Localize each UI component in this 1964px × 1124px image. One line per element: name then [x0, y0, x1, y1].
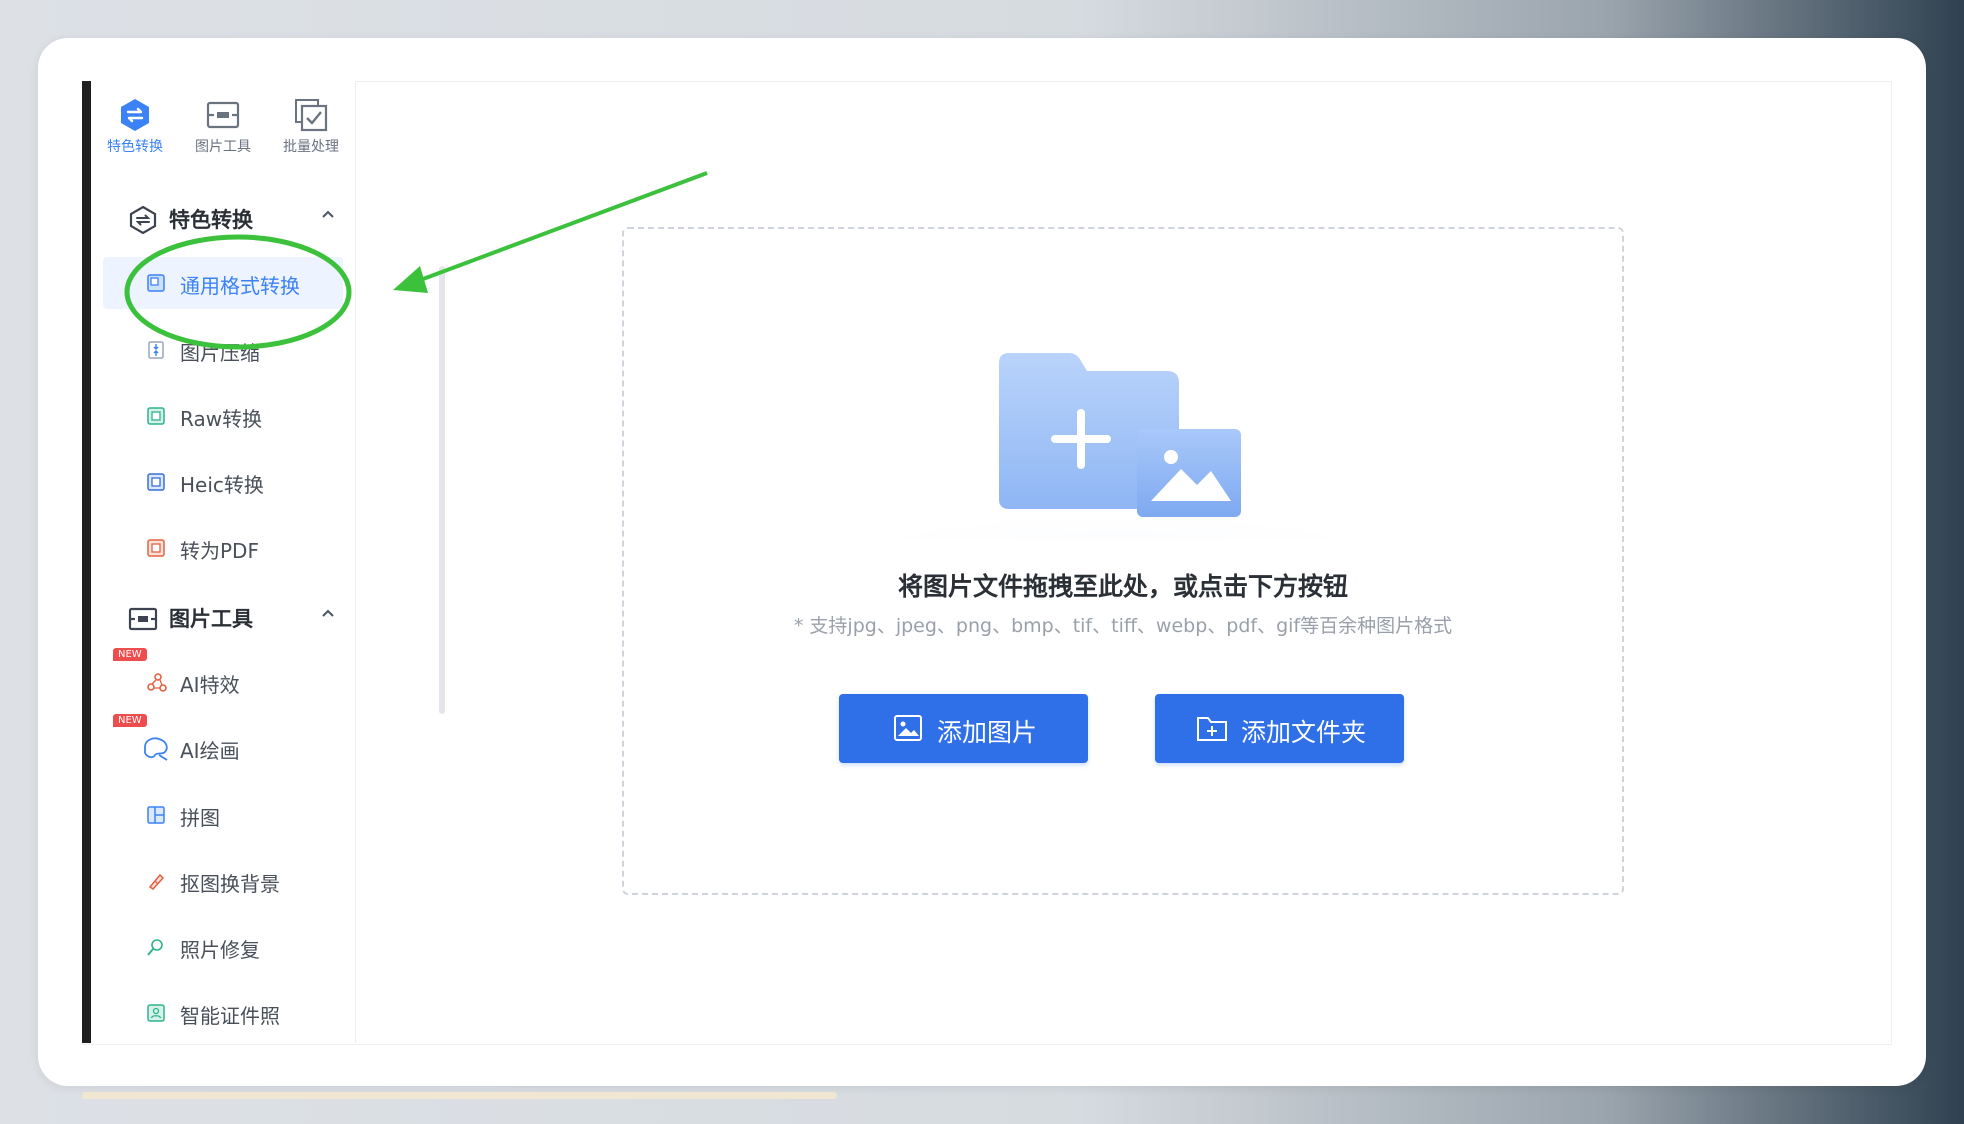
- cutout-icon: [148, 873, 165, 890]
- pdf-icon: [147, 539, 165, 557]
- image-tools-icon: [128, 607, 158, 631]
- group-title: 图片工具: [169, 607, 253, 631]
- menu-item-ai-paint[interactable]: NEW AI绘画: [103, 714, 343, 774]
- menu-item-ai-effect[interactable]: NEW AI特效: [103, 648, 343, 708]
- menu-item-label: 转为PDF: [180, 539, 259, 563]
- collage-icon: [147, 806, 165, 824]
- group-title: 特色转换: [169, 208, 253, 232]
- tab-label: 图片工具: [195, 139, 251, 155]
- add-image-label: 添加图片: [937, 718, 1038, 747]
- add-folder-label: 添加文件夹: [1241, 718, 1367, 747]
- menu-item-id-photo[interactable]: 智能证件照: [103, 987, 343, 1039]
- menu-item-raw[interactable]: Raw转换: [103, 390, 343, 442]
- menu-item-label: 抠图换背景: [180, 872, 280, 896]
- add-image-icon: [894, 715, 922, 741]
- menu-item-label: AI特效: [180, 673, 240, 697]
- menu-item-label: Heic转换: [180, 473, 264, 497]
- menu-item-compress[interactable]: 图片压缩: [103, 324, 343, 376]
- sidebar-scrollbar[interactable]: [439, 266, 445, 714]
- new-badge: NEW: [113, 714, 147, 727]
- drop-zone-title: 将图片文件拖拽至此处，或点击下方按钮: [897, 572, 1348, 601]
- raw-icon: [147, 407, 165, 425]
- tab-feature-convert[interactable]: 特色转换: [93, 97, 177, 167]
- id-photo-icon: [147, 1004, 165, 1022]
- feature-convert-icon: [121, 99, 149, 131]
- menu-item-to-pdf[interactable]: 转为PDF: [103, 522, 343, 574]
- tab-label: 特色转换: [107, 139, 163, 155]
- tab-label: 批量处理: [283, 139, 339, 155]
- folder-image-illustration: [819, 353, 1419, 539]
- feature-convert-icon: [129, 205, 157, 235]
- add-image-button[interactable]: 添加图片: [839, 694, 1088, 763]
- chevron-up-icon[interactable]: [321, 207, 335, 223]
- new-badge: NEW: [113, 648, 147, 661]
- menu-item-label: 图片压缩: [180, 341, 260, 365]
- menu-item-heic[interactable]: Heic转换: [103, 456, 343, 508]
- add-folder-icon: [1197, 717, 1227, 741]
- tab-image-tools[interactable]: 图片工具: [181, 97, 265, 167]
- menu-item-format-convert[interactable]: 通用格式转换: [103, 257, 343, 309]
- sidebar-tabs: 特色转换 图片工具 批量处理: [91, 81, 355, 169]
- ai-effect-icon: [147, 673, 167, 692]
- compress-icon: [148, 341, 164, 359]
- tab-batch-process[interactable]: 批量处理: [269, 97, 353, 167]
- drop-zone[interactable]: 将图片文件拖拽至此处，或点击下方按钮 * 支持jpg、jpeg、png、bmp、…: [622, 227, 1624, 895]
- image-tools-icon: [206, 101, 240, 129]
- drop-zone-supported-formats: * 支持jpg、jpeg、png、bmp、tif、tiff、webp、pdf、g…: [793, 615, 1453, 637]
- group-feature-convert[interactable]: 特色转换: [91, 193, 355, 241]
- heic-icon: [147, 473, 165, 491]
- menu-item-collage[interactable]: 拼图: [103, 789, 343, 841]
- photo-repair-icon: [147, 939, 163, 956]
- format-convert-icon: [147, 274, 165, 292]
- menu-item-label: AI绘画: [180, 739, 240, 763]
- bottom-strip: [82, 1092, 837, 1099]
- menu-item-cutout[interactable]: 抠图换背景: [103, 855, 343, 907]
- menu-item-label: Raw转换: [180, 407, 263, 431]
- menu-item-label: 照片修复: [180, 938, 260, 962]
- menu-item-photo-repair[interactable]: 照片修复: [103, 921, 343, 973]
- window-edge: [82, 81, 91, 1043]
- menu-item-label: 智能证件照: [180, 1004, 280, 1028]
- sidebar: 特色转换 图片工具 批量处理 特色转换 通用格式转换 图片压缩 Raw转换 He…: [91, 81, 445, 1043]
- add-folder-button[interactable]: 添加文件夹: [1155, 694, 1404, 763]
- group-image-tools[interactable]: 图片工具: [91, 592, 355, 640]
- menu-item-label: 拼图: [180, 806, 220, 830]
- menu-item-label: 通用格式转换: [180, 274, 300, 298]
- ai-paint-icon: [144, 737, 168, 761]
- batch-process-icon: [295, 99, 328, 132]
- chevron-up-icon[interactable]: [321, 606, 335, 622]
